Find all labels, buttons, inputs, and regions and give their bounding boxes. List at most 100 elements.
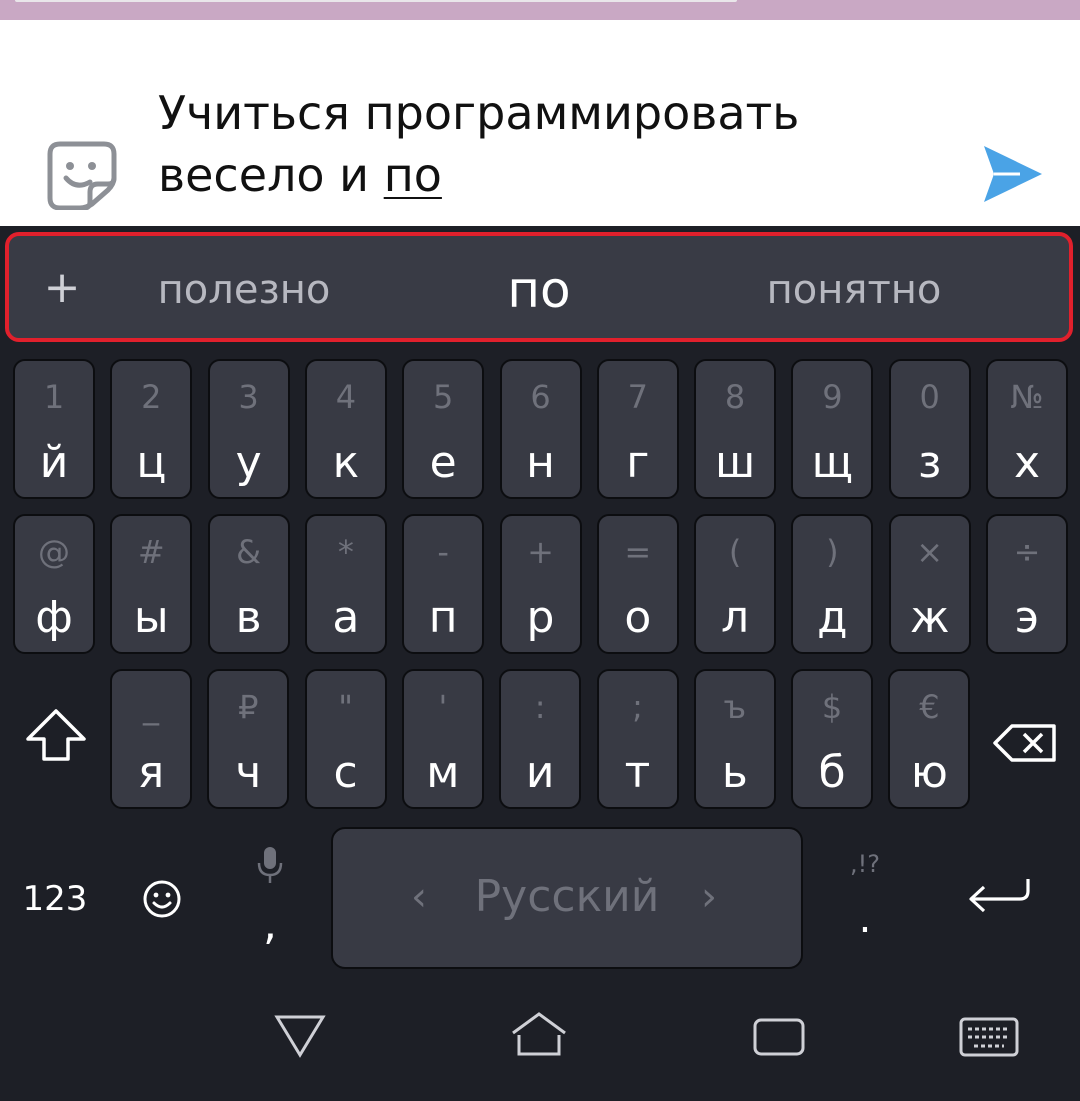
emoji-icon	[143, 880, 181, 918]
key-я[interactable]: _ я	[110, 669, 192, 809]
message-compose-bar: Учиться программировать весело и по	[0, 20, 1080, 226]
send-button[interactable]	[980, 142, 1046, 206]
message-input[interactable]: Учиться программировать весело и по	[158, 82, 938, 206]
key-alt-label: ъ	[723, 688, 747, 726]
key-alt-label: 9	[822, 378, 843, 416]
key-main-label: л	[721, 592, 750, 643]
key-alt-label: '	[438, 688, 448, 726]
comma-key[interactable]: ,	[236, 839, 304, 959]
key-alt-label: +	[527, 533, 554, 571]
key-у[interactable]: 3у	[207, 359, 290, 499]
key-main-label: с	[333, 747, 358, 798]
key-alt-label: 5	[433, 378, 454, 416]
key-alt-label: 4	[335, 378, 357, 416]
key-main-label: а	[332, 592, 360, 643]
home-icon[interactable]	[510, 1011, 568, 1059]
key-ч[interactable]: ₽ ч	[207, 669, 290, 809]
shift-key[interactable]	[14, 689, 96, 789]
key-ш[interactable]: 8ш	[694, 359, 777, 499]
suggestion-1[interactable]: полезно	[119, 260, 369, 320]
recents-icon[interactable]	[752, 1013, 806, 1059]
key-в[interactable]: & в	[207, 514, 290, 654]
key-main-label: х	[1013, 437, 1041, 488]
key-alt-label: 2	[141, 378, 162, 416]
key-к[interactable]: 4к	[304, 359, 387, 499]
key-main-label: ю	[910, 747, 948, 798]
suggestion-3[interactable]: понятно	[729, 260, 979, 320]
enter-key[interactable]	[950, 863, 1050, 933]
key-а[interactable]: * а	[304, 514, 387, 654]
key-л[interactable]: (л	[694, 514, 777, 654]
space-bar-language: Русский	[474, 871, 660, 922]
add-word-button[interactable]: +	[37, 260, 87, 316]
key-с[interactable]: " с	[304, 669, 387, 809]
key-main-label: о	[624, 592, 652, 643]
key-д[interactable]: ) д	[791, 514, 874, 654]
key-г[interactable]: 7г	[596, 359, 679, 499]
key-alt-label: ₽	[238, 688, 259, 726]
key-main-label: г	[626, 437, 650, 488]
key-main-label: ж	[909, 592, 950, 643]
space-bar[interactable]: ‹ Русский ›	[331, 827, 803, 969]
key-щ[interactable]: 9щ	[791, 359, 874, 499]
key-м[interactable]: ' м	[401, 669, 484, 809]
keyboard-hide-icon[interactable]	[958, 1015, 1020, 1059]
key-alt-label: $	[821, 688, 843, 726]
key-н[interactable]: 6н	[499, 359, 582, 499]
key-з[interactable]: 0з	[888, 359, 971, 499]
suggestion-2[interactable]: по	[419, 260, 659, 320]
key-main-label: д	[817, 592, 848, 643]
key-ы[interactable]: # ы	[110, 514, 193, 654]
key-п[interactable]: -п	[402, 514, 485, 654]
key-й[interactable]: 1й	[13, 359, 95, 499]
sticker-button[interactable]	[46, 140, 118, 211]
key-alt-label: #	[137, 533, 165, 571]
key-main-label: м	[426, 747, 460, 798]
previous-field-edge	[15, 0, 737, 2]
key-alt-label: 3	[238, 378, 259, 416]
key-б[interactable]: $ б	[791, 669, 874, 809]
key-о[interactable]: = о	[596, 514, 679, 654]
key-alt-label: €	[919, 688, 940, 726]
key-main-label: щ	[811, 437, 854, 488]
key-alt-label: 0	[919, 378, 940, 416]
sticker-icon	[47, 141, 117, 211]
message-text: Учиться программировать весело и	[158, 86, 800, 202]
key-э[interactable]: ÷ э	[986, 514, 1068, 654]
key-main-label: р	[526, 592, 555, 643]
key-х[interactable]: № х	[986, 359, 1068, 499]
key-alt-label: "	[338, 688, 353, 726]
key-alt-label: )	[826, 533, 839, 571]
key-ф[interactable]: @ ф	[13, 514, 95, 654]
emoji-key[interactable]	[128, 869, 196, 929]
key-main-label: п	[428, 592, 458, 643]
key-main-label: н	[526, 437, 555, 488]
key-main-label: з	[917, 437, 942, 488]
suggestion-bar: + полезно по понятно	[0, 227, 1080, 349]
key-alt-label: _	[143, 688, 159, 726]
suggestion-highlight: + полезно по понятно	[5, 232, 1073, 342]
key-main-label: т	[624, 747, 651, 798]
key-р[interactable]: + р	[499, 514, 582, 654]
key-alt-label: 6	[530, 378, 551, 416]
key-alt-label: 7	[627, 378, 648, 416]
key-ж[interactable]: × ж	[888, 514, 971, 654]
numbers-key[interactable]: 123	[10, 874, 100, 924]
period-key[interactable]: ,!? .	[830, 839, 900, 959]
key-ю[interactable]: € ю	[888, 669, 971, 809]
key-е[interactable]: 5е	[402, 359, 485, 499]
key-т[interactable]: ; т	[596, 669, 679, 809]
key-ь[interactable]: ъь	[693, 669, 776, 809]
key-alt-label: (	[728, 533, 742, 571]
key-main-label: е	[429, 437, 457, 488]
back-triangle-icon[interactable]	[274, 1013, 326, 1059]
mic-icon	[257, 847, 283, 883]
key-main-label: й	[39, 437, 69, 488]
backspace-icon	[993, 724, 1056, 762]
key-ц[interactable]: 2ц	[110, 359, 193, 499]
backspace-key[interactable]	[984, 689, 1068, 789]
key-main-label: у	[235, 437, 262, 488]
key-и[interactable]: :и	[499, 669, 582, 809]
send-icon	[984, 146, 1042, 202]
key-main-label: к	[332, 437, 360, 488]
